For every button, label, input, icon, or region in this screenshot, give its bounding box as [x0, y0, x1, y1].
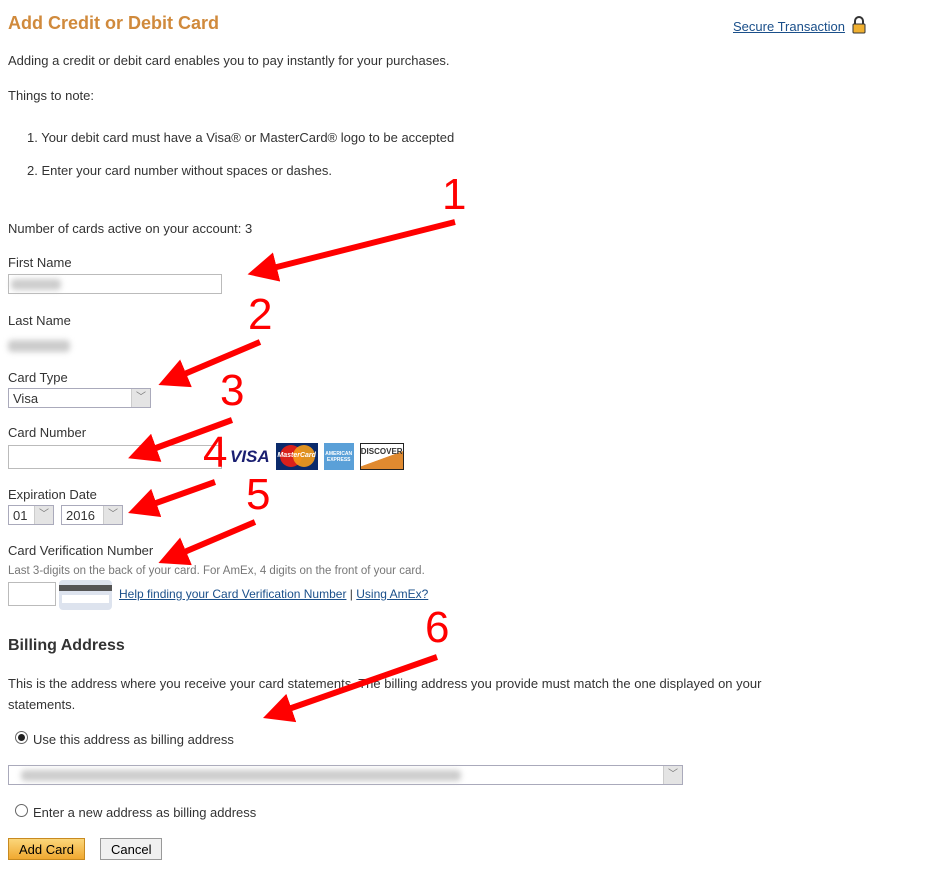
arrow-1: [247, 219, 456, 282]
note-item: 1. Your debit card must have a Visa® or …: [27, 130, 455, 145]
chevron-down-icon: ﹀: [103, 506, 122, 524]
arrow-5: [158, 519, 257, 566]
card-number-input[interactable]: [8, 445, 222, 469]
mastercard-logo: MasterCard: [275, 443, 318, 470]
add-card-button[interactable]: Add Card: [8, 838, 85, 860]
cvv-links: Help finding your Card Verification Numb…: [119, 587, 428, 601]
secure-transaction-link[interactable]: Secure Transaction: [733, 19, 845, 34]
cvv-label: Card Verification Number: [8, 543, 154, 558]
amex-logo: American Express: [323, 443, 354, 470]
mastercard-logo-text: MasterCard: [277, 452, 316, 459]
chevron-down-icon: ﹀: [34, 506, 53, 524]
notes-title: Things to note:: [8, 88, 94, 103]
cards-active-count: Number of cards active on your account: …: [8, 221, 253, 236]
first-name-input[interactable]: [8, 274, 222, 294]
note-item: 2. Enter your card number without spaces…: [27, 163, 332, 178]
billing-desc: This is the address where you receive yo…: [8, 676, 762, 712]
discover-logo: DISCOVER: [359, 443, 404, 470]
annotation-1: 1: [442, 170, 467, 219]
annotation-4: 4: [203, 428, 228, 477]
billing-title: Billing Address: [8, 637, 125, 654]
annotation-2: 2: [248, 290, 273, 339]
annotation-3: 3: [220, 366, 245, 415]
exp-month-select[interactable]: 01 ﹀: [8, 505, 54, 525]
secure-transaction[interactable]: Secure Transaction: [733, 16, 866, 34]
annotation-5: 5: [246, 470, 271, 519]
visa-logo: VISA: [230, 446, 270, 466]
card-number-label: Card Number: [8, 425, 87, 440]
link-separator: |: [349, 587, 353, 601]
use-existing-address-radio[interactable]: [15, 731, 28, 744]
new-address-label: Enter a new address as billing address: [33, 805, 257, 820]
last-name-label: Last Name: [8, 313, 71, 328]
expiration-label: Expiration Date: [8, 487, 97, 502]
intro-text: Adding a credit or debit card enables yo…: [8, 53, 450, 68]
page-title: Add Credit or Debit Card: [8, 13, 220, 33]
card-type-select[interactable]: Visa ﹀: [8, 388, 151, 408]
use-existing-address-label: Use this address as billing address: [33, 732, 234, 747]
cvv-help-link[interactable]: Help finding your Card Verification Numb…: [119, 587, 346, 601]
amex-logo-text: American Express: [325, 450, 353, 463]
card-type-label: Card Type: [8, 370, 68, 385]
card-logos: VISA MasterCard American Express DISCOVE…: [230, 443, 404, 470]
new-address-radio[interactable]: [15, 804, 28, 817]
card-type-value: Visa: [13, 391, 39, 406]
arrow-2: [158, 339, 262, 388]
billing-address-select[interactable]: ﹀: [8, 765, 683, 785]
cvv-input[interactable]: [8, 582, 56, 606]
annotation-6: 6: [425, 603, 450, 652]
exp-year-select[interactable]: 2016 ﹀: [61, 505, 123, 525]
chevron-down-icon: ﹀: [663, 766, 682, 784]
lock-icon: [852, 16, 866, 34]
arrow-4: [128, 479, 217, 518]
cancel-button[interactable]: Cancel: [100, 838, 163, 860]
chevron-down-icon: ﹀: [131, 389, 150, 407]
card-back-icon: [59, 580, 112, 610]
exp-month-value: 01: [13, 508, 28, 523]
amex-link[interactable]: Using AmEx?: [356, 587, 428, 601]
last-name-value: [8, 340, 70, 352]
cvv-hint: Last 3-digits on the back of your card. …: [8, 565, 425, 577]
exp-year-value: 2016: [66, 508, 95, 523]
first-name-label: First Name: [8, 255, 72, 270]
